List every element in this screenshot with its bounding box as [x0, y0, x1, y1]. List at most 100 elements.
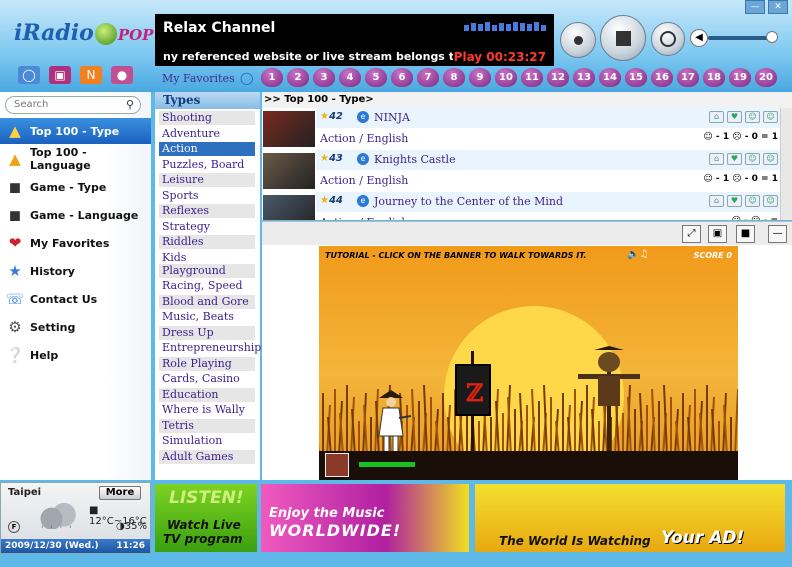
- favorite-slot-7[interactable]: 7: [417, 68, 439, 87]
- info-icon[interactable]: ☺: [763, 111, 778, 123]
- home-icon[interactable]: ⌂: [709, 111, 724, 123]
- thumbs-down-icon[interactable]: ☹: [732, 132, 741, 142]
- type-item[interactable]: Cards, Casino: [159, 372, 255, 386]
- type-item[interactable]: Playground: [159, 263, 255, 278]
- list-scrollbar[interactable]: [780, 108, 792, 220]
- share-icon[interactable]: ☺: [745, 153, 760, 165]
- game-thumbnail[interactable]: [263, 195, 315, 220]
- game-row[interactable]: 42eNINJAAction / English⌂♥☺☺☺ - 1 ☹ - 0 …: [262, 108, 780, 149]
- thumbs-up-icon[interactable]: ☺: [703, 174, 712, 184]
- nav-item-top-100-language[interactable]: ▲ Top 100 - Language: [0, 146, 151, 172]
- ad-banner-tv[interactable]: LISTEN! Watch Live TV program: [155, 484, 257, 552]
- window-mode-button[interactable]: ▣: [708, 225, 727, 243]
- sound-icon[interactable]: 🔈♫: [627, 249, 648, 260]
- favorite-slot-2[interactable]: 2: [287, 68, 309, 87]
- type-item[interactable]: Simulation: [159, 434, 255, 448]
- type-item[interactable]: Riddles: [159, 235, 255, 249]
- close-button[interactable]: ✕: [768, 0, 788, 14]
- speaker-icon[interactable]: ◀: [690, 29, 708, 47]
- type-item[interactable]: Reflexes: [159, 204, 255, 218]
- favorite-slot-13[interactable]: 13: [573, 68, 595, 87]
- walk-banner[interactable]: ℤ: [455, 364, 491, 416]
- game-mode-icon[interactable]: ●: [111, 66, 133, 84]
- ad-banner-your-ad[interactable]: The World Is Watching Your AD!: [475, 484, 785, 552]
- stop-button[interactable]: [600, 15, 646, 61]
- tv-mode-icon[interactable]: ▣: [49, 66, 71, 84]
- fahrenheit-toggle[interactable]: F: [8, 521, 20, 533]
- type-item[interactable]: Dress Up: [159, 325, 255, 340]
- share-icon[interactable]: ☺: [745, 111, 760, 123]
- collapse-button[interactable]: —: [768, 225, 787, 243]
- info-icon[interactable]: ☺: [763, 153, 778, 165]
- game-row[interactable]: 44 e Journey to the Center of the Mind Acti…: [262, 192, 780, 220]
- thumbs-up-icon[interactable]: ☺: [703, 132, 712, 142]
- volume-track[interactable]: [708, 36, 774, 40]
- favorite-slot-5[interactable]: 5: [365, 68, 387, 87]
- nav-item-my-favorites[interactable]: ❤ My Favorites: [0, 230, 151, 256]
- nav-item-setting[interactable]: ⚙ Setting: [0, 314, 151, 340]
- popout-button[interactable]: ■: [736, 225, 755, 243]
- type-item[interactable]: Adult Games: [159, 449, 255, 464]
- type-item[interactable]: Shooting: [159, 111, 255, 125]
- favorite-slot-18[interactable]: 18: [703, 68, 725, 87]
- type-item[interactable]: Sports: [159, 189, 255, 203]
- share-icon[interactable]: ☺: [745, 195, 760, 207]
- type-item[interactable]: Strategy: [159, 220, 255, 234]
- fullscreen-button[interactable]: ⤢: [682, 225, 701, 243]
- game-name[interactable]: Knights Castle: [374, 153, 456, 166]
- type-item[interactable]: Action: [159, 142, 255, 156]
- favorite-slot-17[interactable]: 17: [677, 68, 699, 87]
- nav-item-help[interactable]: ❔ Help: [0, 342, 151, 368]
- favorite-slot-10[interactable]: 10: [495, 68, 517, 87]
- type-item[interactable]: Education: [159, 387, 255, 402]
- nav-item-top-100-type[interactable]: ▲ Top 100 - Type: [0, 118, 151, 144]
- favorite-slot-3[interactable]: 3: [313, 68, 335, 87]
- favorite-slot-16[interactable]: 16: [651, 68, 673, 87]
- type-item[interactable]: Kids: [159, 251, 255, 265]
- home-icon[interactable]: ⌂: [709, 195, 724, 207]
- favorite-slot-15[interactable]: 15: [625, 68, 647, 87]
- favorite-slot-14[interactable]: 14: [599, 68, 621, 87]
- favorite-slot-12[interactable]: 12: [547, 68, 569, 87]
- favorite-slot-19[interactable]: 19: [729, 68, 751, 87]
- type-item[interactable]: Puzzles, Board: [159, 158, 255, 172]
- type-item[interactable]: Entrepreneurship: [159, 341, 261, 355]
- type-item[interactable]: Role Playing: [159, 356, 255, 371]
- weather-more-button[interactable]: More: [99, 486, 141, 500]
- favorite-slot-4[interactable]: 4: [339, 68, 361, 87]
- favorite-slot-11[interactable]: 11: [521, 68, 543, 87]
- type-item[interactable]: Music, Beats: [159, 310, 255, 324]
- search-icon[interactable]: ⚲: [126, 97, 134, 113]
- home-icon[interactable]: ⌂: [709, 153, 724, 165]
- game-canvas[interactable]: TUTORIAL - CLICK ON THE BANNER TO WALK T…: [319, 246, 738, 480]
- timer-button[interactable]: [651, 22, 685, 56]
- favorite-slot-8[interactable]: 8: [443, 68, 465, 87]
- thumbs-up-icon[interactable]: ☺: [732, 216, 741, 220]
- favorite-slot-1[interactable]: 1: [261, 68, 283, 87]
- game-name[interactable]: NINJA: [374, 111, 410, 124]
- favorite-slot-6[interactable]: 6: [391, 68, 413, 87]
- record-button[interactable]: [560, 22, 596, 58]
- game-thumbnail[interactable]: [263, 153, 315, 189]
- game-name[interactable]: Journey to the Center of the Mind: [374, 195, 563, 208]
- type-item[interactable]: Adventure: [159, 127, 255, 141]
- type-item[interactable]: Leisure: [159, 173, 255, 187]
- favorite-slot-20[interactable]: 20: [755, 68, 777, 87]
- nav-item-game-language[interactable]: ◼ Game - Language: [0, 202, 151, 228]
- volume-knob[interactable]: [766, 31, 778, 43]
- type-item[interactable]: Tetris: [159, 418, 255, 433]
- minimize-button[interactable]: —: [745, 0, 765, 14]
- ad-banner-music[interactable]: Enjoy the Music WORLDWIDE!: [261, 484, 469, 552]
- type-item[interactable]: Blood and Gore: [159, 294, 255, 309]
- type-item[interactable]: Where is Wally: [159, 403, 255, 417]
- favorite-icon[interactable]: ♥: [727, 111, 742, 123]
- game-thumbnail[interactable]: [263, 111, 315, 147]
- thumbs-down-icon[interactable]: ☹: [751, 216, 760, 220]
- nav-item-history[interactable]: ★ History: [0, 258, 151, 284]
- radio-mode-icon[interactable]: ◯: [18, 66, 40, 84]
- nav-item-contact-us[interactable]: ☏ Contact Us: [0, 286, 151, 312]
- search-input[interactable]: Search ⚲: [5, 96, 141, 114]
- nav-item-game-type[interactable]: ◼ Game - Type: [0, 174, 151, 200]
- favorite-icon[interactable]: ♥: [727, 153, 742, 165]
- thumbs-down-icon[interactable]: ☹: [732, 174, 741, 184]
